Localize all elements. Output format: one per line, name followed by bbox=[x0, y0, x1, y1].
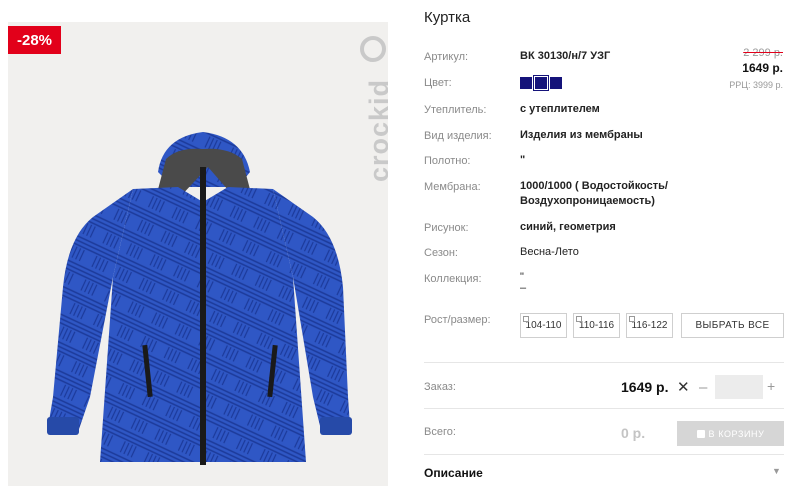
cart-icon bbox=[696, 429, 705, 438]
current-price: 1649 р. bbox=[742, 61, 783, 75]
checkbox-icon bbox=[576, 316, 582, 322]
product-image[interactable]: -28% crockid bbox=[8, 22, 388, 486]
type-value: Изделия из мембраны bbox=[520, 129, 643, 141]
season-value: Весна-Лето bbox=[520, 246, 579, 258]
color-swatch-selected[interactable] bbox=[533, 75, 549, 91]
membrane-label: Мембрана: bbox=[424, 181, 481, 193]
type-label: Вид изделия: bbox=[424, 130, 492, 142]
jacket-illustration bbox=[47, 132, 352, 465]
add-to-cart-label: В КОРЗИНУ bbox=[708, 428, 765, 439]
season-label: Сезон: bbox=[424, 247, 458, 259]
article-label: Артикул: bbox=[424, 51, 469, 63]
insulation-label: Утеплитель: bbox=[424, 104, 487, 116]
size-option-label: 116-122 bbox=[631, 320, 668, 331]
color-swatch[interactable] bbox=[520, 77, 532, 89]
description-toggle[interactable]: Описание bbox=[424, 466, 483, 480]
color-swatches bbox=[520, 75, 562, 91]
quantity-decrease-button[interactable]: – bbox=[699, 379, 707, 396]
size-option-104-110[interactable]: 104-110 bbox=[520, 313, 567, 338]
fabric-value: " bbox=[520, 154, 526, 166]
size-option-116-122[interactable]: 116-122 bbox=[626, 313, 673, 338]
total-value: 0 р. bbox=[621, 425, 646, 441]
quantity-increase-button[interactable]: + bbox=[767, 378, 775, 394]
brand-logo-text: crockid bbox=[364, 78, 388, 182]
chevron-down-icon[interactable]: ▼ bbox=[772, 466, 781, 476]
size-option-label: 104-110 bbox=[525, 320, 562, 331]
divider bbox=[424, 362, 784, 363]
pattern-label: Рисунок: bbox=[424, 222, 469, 234]
color-label: Цвет: bbox=[424, 77, 452, 89]
membrane-value-line2: Воздухопроницаемость) bbox=[520, 195, 655, 207]
size-label: Рост/размер: bbox=[424, 314, 491, 326]
membrane-value-line1: 1000/1000 ( Водостойкость/ bbox=[520, 180, 668, 192]
discount-badge: -28% bbox=[8, 26, 62, 54]
fabric-label: Полотно: bbox=[424, 155, 471, 167]
product-title: Куртка bbox=[424, 9, 471, 26]
add-to-cart-button[interactable]: В КОРЗИНУ bbox=[677, 421, 784, 446]
select-all-button[interactable]: ВЫБРАТЬ ВСЕ bbox=[681, 313, 784, 338]
rrp-price: РРЦ: 3999 р. bbox=[729, 80, 783, 90]
brand-logo-icon bbox=[360, 36, 386, 62]
collection-label: Коллекция: bbox=[424, 273, 482, 285]
order-price: 1649 р. bbox=[621, 379, 669, 395]
color-swatch[interactable] bbox=[550, 77, 562, 89]
collection-value-line2: – bbox=[520, 282, 527, 294]
old-price: 2 299 р. bbox=[743, 47, 783, 59]
times-icon: ✕ bbox=[677, 379, 690, 396]
quantity-input[interactable] bbox=[715, 375, 763, 399]
pattern-value: синий, геометрия bbox=[520, 221, 616, 233]
checkbox-icon bbox=[629, 316, 635, 322]
divider bbox=[424, 454, 784, 455]
order-label: Заказ: bbox=[424, 381, 456, 393]
insulation-value: с утеплителем bbox=[520, 103, 600, 115]
checkbox-icon bbox=[523, 316, 529, 322]
size-option-label: 110-116 bbox=[578, 320, 615, 331]
divider bbox=[424, 408, 784, 409]
size-option-110-116[interactable]: 110-116 bbox=[573, 313, 620, 338]
article-value: ВК 30130/н/7 УЗГ bbox=[520, 50, 611, 62]
total-label: Всего: bbox=[424, 426, 456, 438]
